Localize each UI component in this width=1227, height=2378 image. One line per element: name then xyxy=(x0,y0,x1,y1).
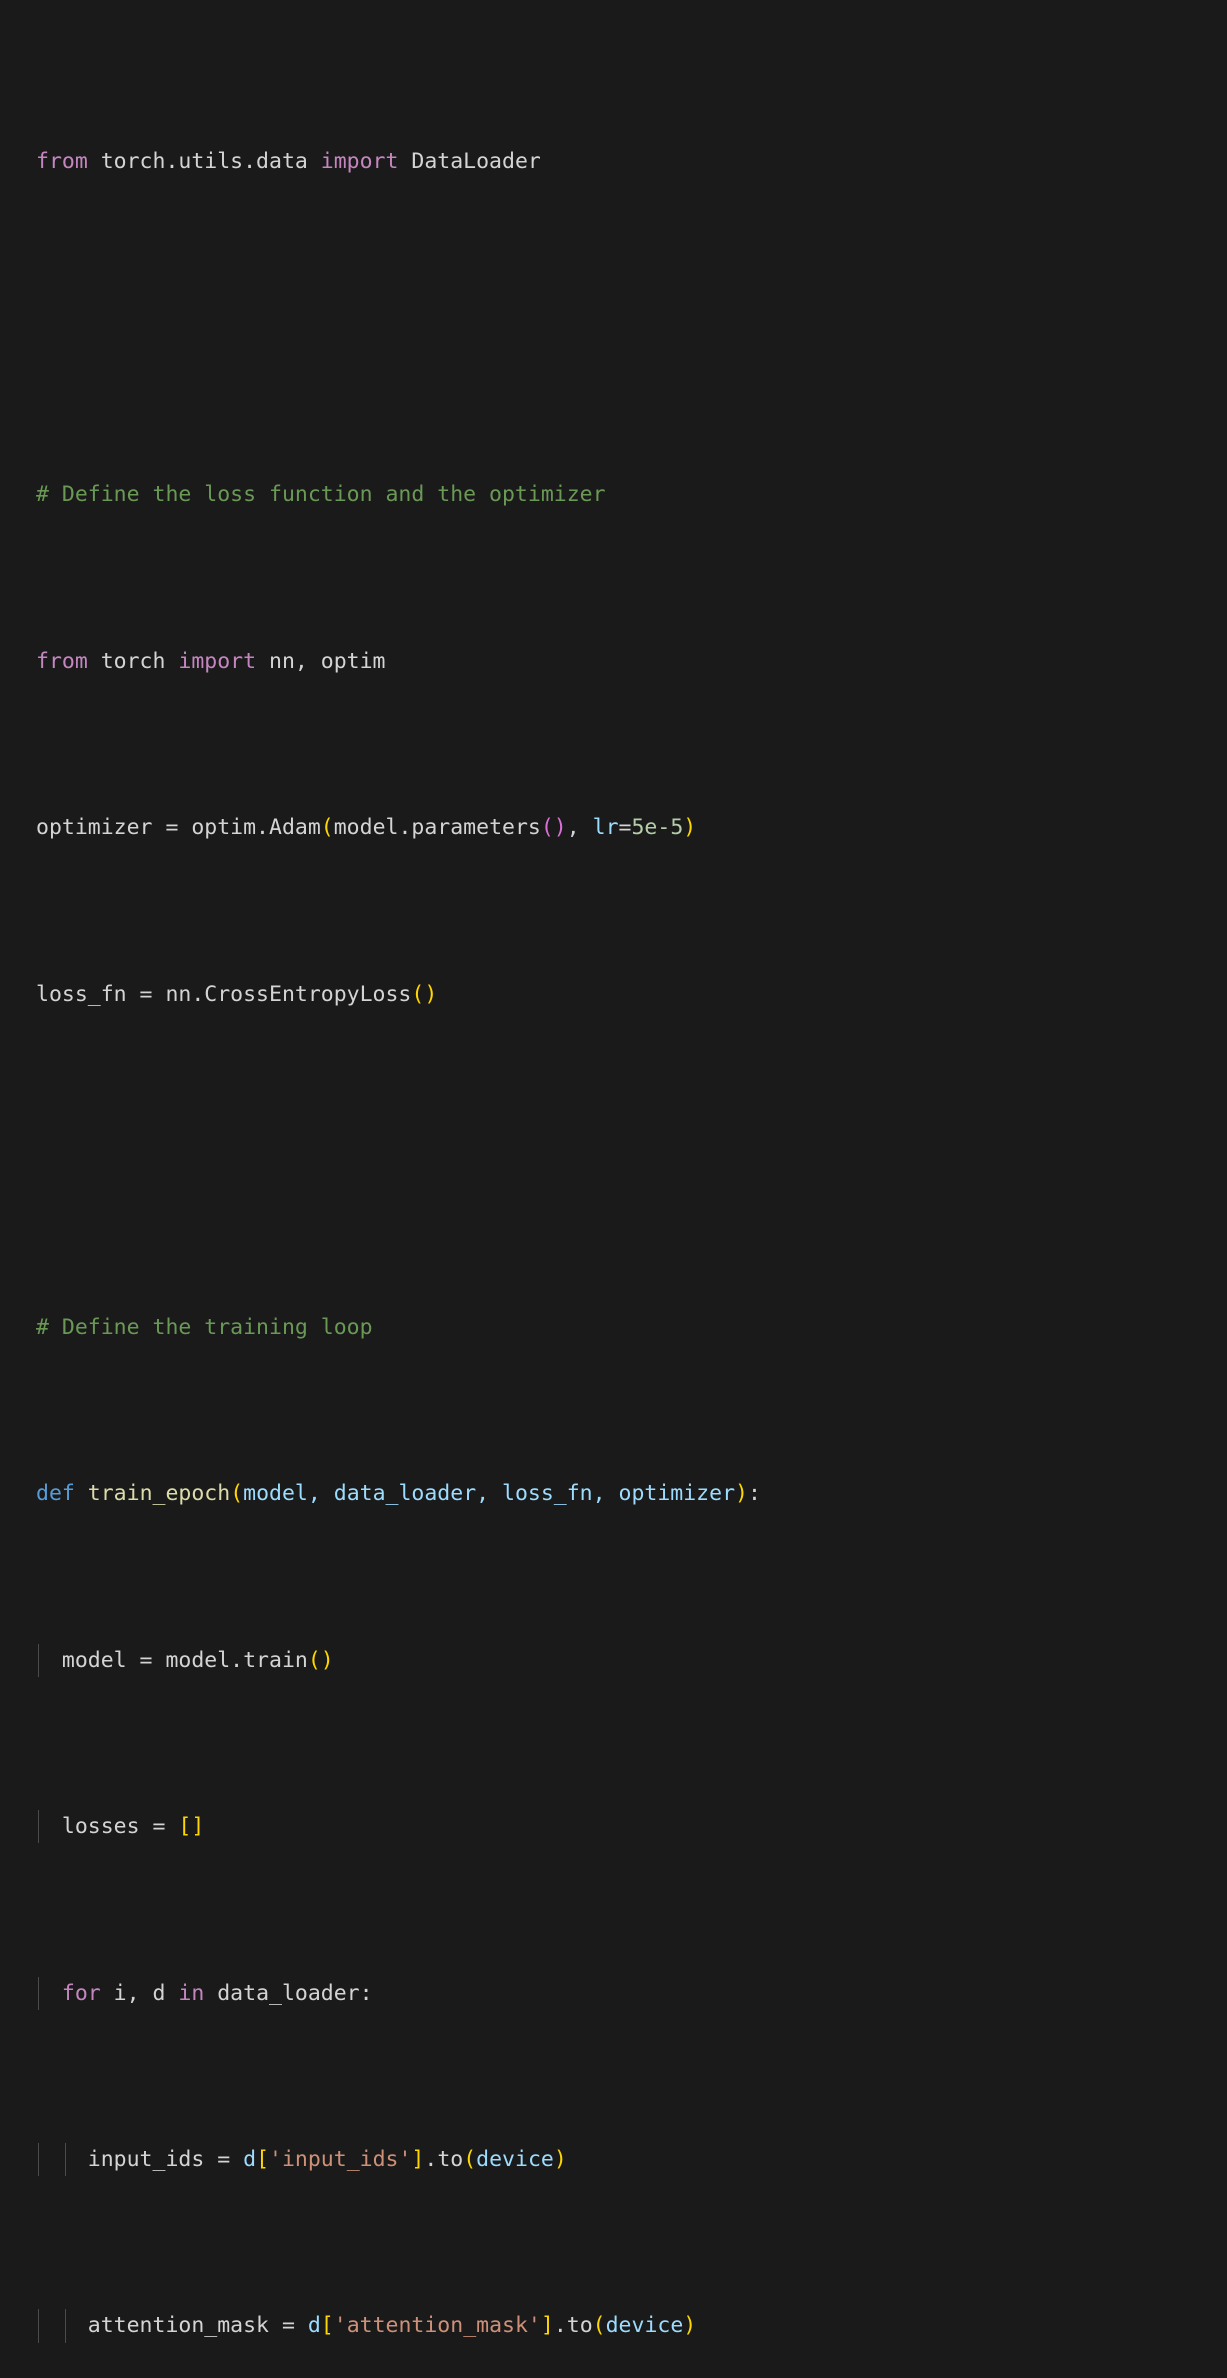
keyword-from: from xyxy=(36,648,88,674)
code-line: # Define the training loop xyxy=(0,1311,1227,1344)
paren-close: ) xyxy=(683,815,697,841)
call-arg: model.parameters xyxy=(333,815,541,841)
paren-open-inner: ( xyxy=(540,815,554,841)
code-editor-content[interactable]: from torch.utils.data import DataLoader … xyxy=(0,0,1227,2378)
assignment-target: loss_fn = nn.CrossEntropyLoss xyxy=(36,981,412,1007)
assignment-target: input_ids xyxy=(87,2147,205,2172)
bracket-close: ] xyxy=(540,2313,554,2339)
code-line: model = model.train() xyxy=(0,1643,1227,1677)
equals: = xyxy=(204,2147,244,2172)
code-line: from torch import nn, optim xyxy=(0,645,1227,678)
paren-close: ) xyxy=(735,1481,748,1507)
code-line: for i, d in data_loader: xyxy=(0,1976,1227,2010)
assignment-target: attention_mask xyxy=(87,2313,269,2339)
comment: # Define the loss function and the optim… xyxy=(36,482,606,508)
imported-name: DataLoader xyxy=(398,149,541,175)
bracket-open: [ xyxy=(178,1814,192,1840)
keyword-def: def xyxy=(36,1481,75,1507)
number-literal: 5e-5 xyxy=(631,815,684,841)
statement: model = model.train xyxy=(61,1647,308,1673)
code-line: from torch.utils.data import DataLoader xyxy=(0,145,1227,178)
imported-names: nn, optim xyxy=(256,648,386,674)
code-line: # Define the loss function and the optim… xyxy=(0,478,1227,511)
code-line: losses = [] xyxy=(0,1810,1227,1844)
paren-close: ) xyxy=(424,981,438,1007)
bracket-open: [ xyxy=(320,2313,334,2339)
indent-guide xyxy=(64,2309,66,2343)
bracket-close: ] xyxy=(411,2147,425,2172)
method-access: .to xyxy=(553,2313,593,2339)
paren-close: ) xyxy=(553,2147,567,2172)
paren-close: ) xyxy=(320,1647,334,1673)
code-line: input_ids = d['input_ids'].to(device) xyxy=(0,2143,1227,2177)
code-line: attention_mask = d['attention_mask'].to(… xyxy=(0,2309,1227,2343)
string-literal: 'input_ids' xyxy=(269,2147,412,2172)
code-line: def train_epoch(model, data_loader, loss… xyxy=(0,1477,1227,1510)
call-arg: device xyxy=(476,2147,554,2172)
paren-close: ) xyxy=(683,2313,697,2339)
paren-open: ( xyxy=(307,1647,321,1673)
code-line: optimizer = optim.Adam(model.parameters(… xyxy=(0,811,1227,844)
iterable: data_loader: xyxy=(204,1980,373,2006)
indent-guide xyxy=(38,2143,39,2177)
function-name: train_epoch xyxy=(74,1481,231,1507)
method-access: .to xyxy=(424,2147,464,2172)
keyword-in: in xyxy=(178,1980,205,2006)
assignment-target: optimizer = optim.Adam xyxy=(36,815,321,841)
indent-guide xyxy=(38,1976,39,2010)
colon: : xyxy=(747,1481,761,1507)
paren-open: ( xyxy=(230,1481,244,1507)
keyword-import: import xyxy=(320,149,399,175)
module-path: torch xyxy=(87,648,179,674)
paren-open: ( xyxy=(411,981,425,1007)
code-line: loss_fn = nn.CrossEntropyLoss() xyxy=(0,978,1227,1011)
bracket-close: ] xyxy=(191,1814,205,1840)
indent-guide xyxy=(38,1643,39,1677)
indent-guide xyxy=(64,2143,66,2177)
keyword-import: import xyxy=(178,648,257,674)
call-arg: device xyxy=(605,2313,684,2339)
module-path: torch.utils.data xyxy=(87,149,321,175)
comma: , xyxy=(566,815,593,841)
function-params: model, data_loader, loss_fn, optimizer xyxy=(243,1481,736,1507)
object-ref: d xyxy=(243,2147,257,2172)
equals: = xyxy=(269,2313,308,2339)
paren-open: ( xyxy=(320,815,334,841)
keyword-for: for xyxy=(61,1980,101,2006)
loop-vars: i, d xyxy=(100,1980,179,2006)
indent-guide xyxy=(38,2309,39,2343)
statement: losses = xyxy=(61,1814,179,1840)
equals: = xyxy=(618,815,632,841)
paren-close-inner: ) xyxy=(553,815,567,841)
string-literal: 'attention_mask' xyxy=(333,2313,541,2339)
object-ref: d xyxy=(307,2313,321,2339)
comment: # Define the training loop xyxy=(36,1314,373,1340)
paren-open: ( xyxy=(463,2147,477,2172)
bracket-open: [ xyxy=(256,2147,270,2172)
indent-guide xyxy=(38,1810,39,1844)
keyword-from: from xyxy=(36,149,88,175)
kwarg-name: lr xyxy=(592,815,619,841)
paren-open: ( xyxy=(592,2313,606,2339)
